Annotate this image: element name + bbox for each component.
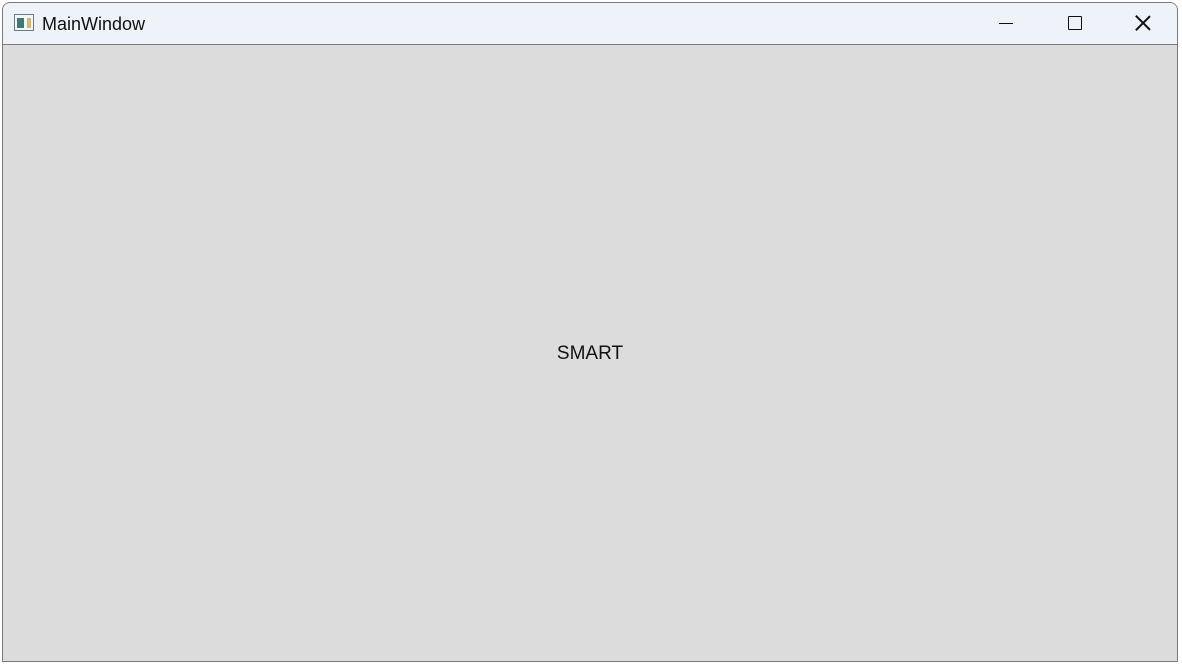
main-window: MainWindow SMART — [2, 2, 1178, 662]
app-icon-right-pane — [27, 18, 31, 28]
window-title: MainWindow — [42, 14, 146, 34]
minimize-icon — [999, 23, 1013, 24]
center-label: SMART — [556, 343, 624, 364]
minimize-button[interactable] — [972, 3, 1040, 44]
close-icon — [1134, 14, 1152, 32]
app-icon-left-pane — [17, 18, 24, 28]
close-button[interactable] — [1109, 3, 1177, 44]
maximize-icon — [1068, 16, 1082, 30]
main-content-area: SMART — [3, 45, 1177, 661]
title-bar[interactable]: MainWindow — [3, 3, 1177, 45]
maximize-button[interactable] — [1040, 3, 1108, 44]
app-window-icon — [14, 14, 34, 31]
